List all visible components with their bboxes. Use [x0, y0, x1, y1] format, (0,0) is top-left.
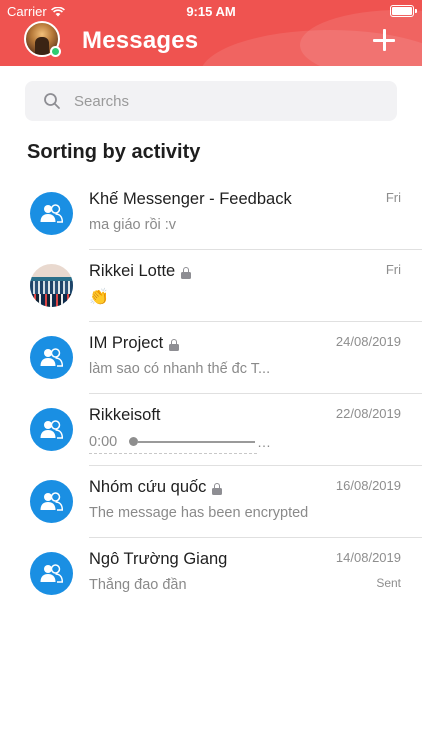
conversation-name: Nhóm cứu quốc — [89, 478, 223, 497]
conversation-row[interactable]: Rikkeisoft 0:00 … 22/08/2019 — [0, 394, 422, 466]
conversation-row[interactable]: Ngô Trường Giang Thẳng đao đần 14/08/201… — [0, 538, 422, 610]
more-icon: … — [257, 434, 271, 450]
conversation-date: Fri — [385, 190, 401, 205]
search-icon — [44, 93, 60, 109]
conversation-row[interactable]: Nhóm cứu quốc The message has been encry… — [0, 466, 422, 538]
lock-icon — [181, 266, 192, 279]
conversation-row[interactable]: Khế Messenger - Feedback ma giáo rồi :v … — [0, 178, 422, 250]
lock-icon — [212, 482, 223, 495]
group-avatar — [30, 552, 73, 595]
group-avatar — [30, 480, 73, 523]
search-bar[interactable] — [25, 81, 397, 121]
conversation-list: Khế Messenger - Feedback ma giáo rồi :v … — [0, 178, 422, 610]
conversation-name: Rikkei Lotte — [89, 262, 192, 281]
conversation-row[interactable]: Rikkei Lotte 👏 Fri — [0, 250, 422, 322]
last-message-preview: Thẳng đao đần — [89, 577, 187, 593]
group-avatar — [30, 408, 73, 451]
section-title: Sorting by activity — [27, 141, 201, 163]
group-icon — [40, 492, 63, 511]
group-avatar — [30, 192, 73, 235]
group-icon — [40, 420, 63, 439]
conversation-date: 22/08/2019 — [335, 406, 401, 421]
group-icon — [40, 204, 63, 223]
last-message-preview: 👏 — [89, 289, 109, 306]
voice-duration: 0:00 — [89, 434, 118, 450]
conversation-name: Ngô Trường Giang — [89, 550, 228, 568]
group-icon — [40, 348, 63, 367]
conversation-date: Fri — [385, 262, 401, 277]
sent-status: Sent — [376, 576, 401, 590]
conversation-date: 24/08/2019 — [335, 334, 401, 349]
last-message-preview: The message has been encrypted — [89, 505, 309, 521]
voice-progress-track[interactable] — [137, 441, 255, 443]
new-message-button[interactable] — [372, 28, 396, 52]
battery-icon — [390, 5, 417, 17]
app-header: Carrier 9:15 AM Messages — [0, 0, 422, 66]
group-icon — [40, 564, 63, 583]
online-status-dot — [50, 46, 61, 57]
conversation-date: 14/08/2019 — [335, 550, 401, 565]
lock-icon — [169, 338, 180, 351]
search-input[interactable] — [74, 81, 384, 121]
conversation-date: 16/08/2019 — [335, 478, 401, 493]
status-time: 9:15 AM — [186, 4, 236, 19]
group-avatar — [30, 336, 73, 379]
status-bar: Carrier 9:15 AM — [0, 0, 422, 22]
conversation-name: IM Project — [89, 334, 180, 353]
last-message-preview: làm sao có nhanh thế đc T... — [89, 361, 271, 377]
conversation-row[interactable]: IM Project làm sao có nhanh thế đc T... … — [0, 322, 422, 394]
group-photo-avatar — [30, 264, 73, 307]
conversation-name: Rikkeisoft — [89, 406, 161, 424]
conversation-name: Khế Messenger - Feedback — [89, 190, 292, 208]
page-title: Messages — [82, 27, 199, 54]
voice-message-player[interactable]: 0:00 … — [89, 434, 279, 454]
last-message-preview: ma giáo rồi :v — [89, 217, 177, 233]
